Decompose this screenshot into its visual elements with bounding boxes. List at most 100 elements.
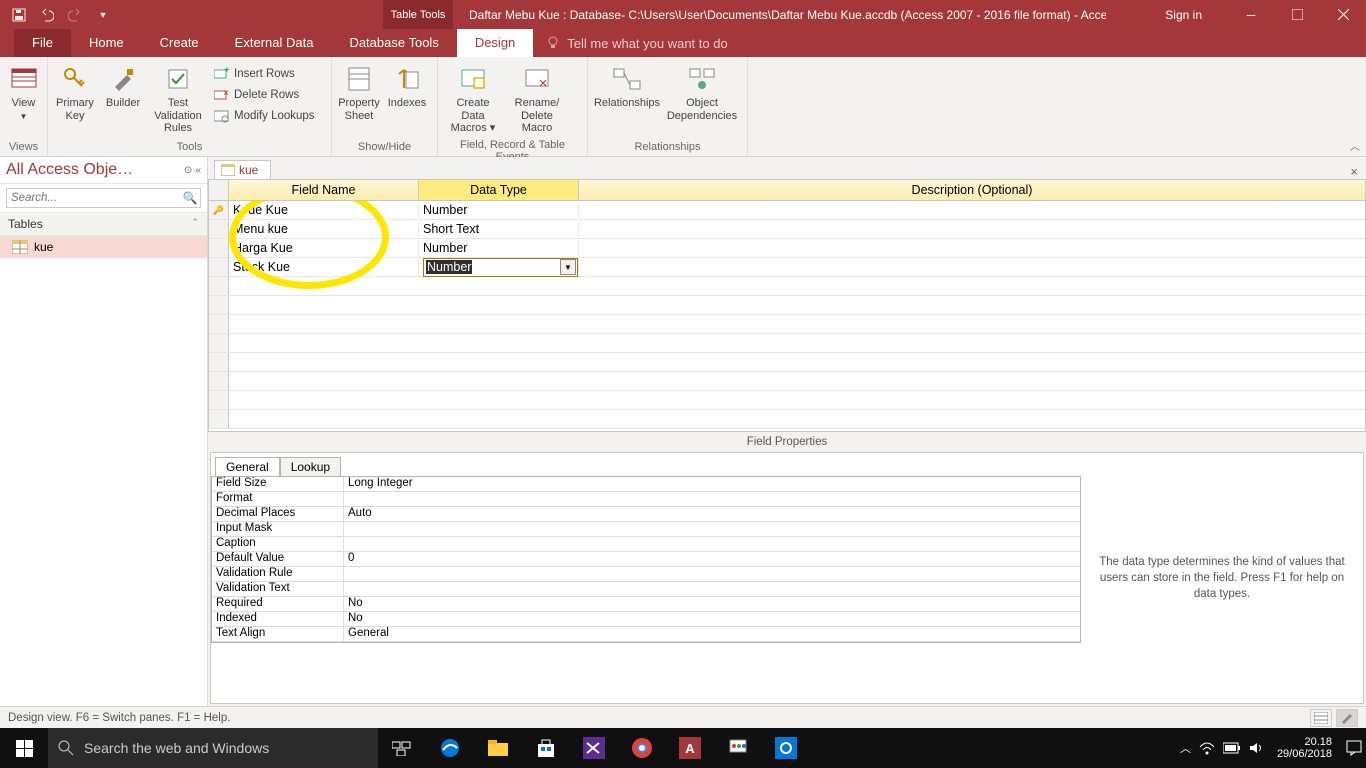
group-showhide: Show/Hide: [336, 139, 433, 156]
col-description[interactable]: Description (Optional): [579, 180, 1365, 200]
table-row[interactable]: [209, 277, 1365, 296]
primary-key-button[interactable]: Primary Key: [52, 61, 98, 124]
tab-home[interactable]: Home: [71, 29, 142, 57]
tab-external-data[interactable]: External Data: [217, 29, 332, 57]
property-row[interactable]: Caption: [212, 537, 1080, 552]
modify-lookups-button[interactable]: Modify Lookups: [210, 107, 319, 125]
table-row[interactable]: [209, 353, 1365, 372]
qat-customize-icon[interactable]: ▼: [90, 3, 116, 27]
property-grid[interactable]: Field SizeLong IntegerFormatDecimal Plac…: [211, 476, 1081, 643]
property-row[interactable]: Format: [212, 492, 1080, 507]
property-row[interactable]: Validation Text: [212, 582, 1080, 597]
property-row[interactable]: RequiredNo: [212, 597, 1080, 612]
props-tab-general[interactable]: General: [215, 457, 280, 476]
property-row[interactable]: Input Mask: [212, 522, 1080, 537]
close-button[interactable]: [1320, 0, 1366, 29]
props-tab-lookup[interactable]: Lookup: [280, 457, 341, 476]
insert-rows-button[interactable]: +Insert Rows: [210, 65, 319, 83]
property-row[interactable]: Default Value0: [212, 552, 1080, 567]
col-field-name[interactable]: Field Name: [229, 180, 419, 200]
document-tab-label: kue: [239, 163, 258, 177]
test-validation-button[interactable]: Test Validation Rules: [148, 61, 208, 137]
table-row[interactable]: [209, 296, 1365, 315]
nav-item-kue[interactable]: kue: [0, 236, 207, 258]
task-view-icon[interactable]: [378, 728, 426, 768]
table-row[interactable]: [209, 410, 1365, 429]
design-grid-rows[interactable]: 🔑Kode KueNumberMenu kueShort TextHarga K…: [208, 201, 1366, 431]
table-row[interactable]: [209, 334, 1365, 353]
undo-icon[interactable]: [34, 3, 60, 27]
document-tab-kue[interactable]: kue: [214, 160, 271, 179]
taskbar-app-chrome[interactable]: [618, 728, 666, 768]
create-data-macros-button[interactable]: Create Data Macros ▾: [442, 61, 504, 137]
table-row[interactable]: 🔑Kode KueNumber: [209, 201, 1365, 220]
wifi-icon[interactable]: [1199, 741, 1215, 755]
action-center-icon[interactable]: [1346, 740, 1362, 756]
property-row[interactable]: Decimal PlacesAuto: [212, 507, 1080, 522]
tell-me-label: Tell me what you want to do: [567, 36, 727, 51]
window-title: Daftar Mebu Kue : Database- C:\Users\Use…: [465, 8, 1106, 22]
design-grid-header: Field Name Data Type Description (Option…: [208, 179, 1366, 201]
taskbar-app-paint[interactable]: [714, 728, 762, 768]
col-data-type[interactable]: Data Type: [419, 180, 579, 200]
nav-group-tables[interactable]: Tables⌃: [0, 212, 207, 236]
taskbar-app-store[interactable]: [522, 728, 570, 768]
tab-design[interactable]: Design: [457, 29, 533, 57]
group-relationships: Relationships: [592, 139, 743, 156]
taskbar-app-explorer[interactable]: [474, 728, 522, 768]
status-bar: Design view. F6 = Switch panes. F1 = Hel…: [0, 706, 1366, 728]
sign-in-link[interactable]: Sign in: [1165, 8, 1202, 22]
delete-rows-button[interactable]: ×Delete Rows: [210, 86, 319, 104]
maximize-button[interactable]: [1274, 0, 1320, 29]
taskbar-search[interactable]: Search the web and Windows: [48, 728, 378, 768]
battery-icon[interactable]: [1223, 742, 1241, 754]
relationships-button[interactable]: Relationships: [592, 61, 662, 112]
property-row[interactable]: Field SizeLong Integer: [212, 477, 1080, 492]
field-properties-title: Field Properties: [208, 431, 1366, 452]
tell-me-search[interactable]: Tell me what you want to do: [533, 29, 739, 57]
nav-search[interactable]: 🔍: [6, 188, 201, 208]
tab-create[interactable]: Create: [142, 29, 217, 57]
nav-dropdown-icon[interactable]: ⊙: [184, 165, 192, 176]
volume-icon[interactable]: [1249, 741, 1263, 755]
search-icon[interactable]: 🔍: [180, 191, 200, 205]
ribbon: View▼ Views Primary Key Builder Test Val…: [0, 57, 1366, 157]
table-row[interactable]: Menu kueShort Text: [209, 220, 1365, 239]
close-tab-icon[interactable]: ×: [1350, 164, 1358, 179]
property-row[interactable]: Validation Rule: [212, 567, 1080, 582]
table-row[interactable]: Harga KueNumber: [209, 239, 1365, 258]
collapse-ribbon-icon[interactable]: ︿: [1350, 138, 1360, 153]
tab-file[interactable]: File: [14, 29, 71, 57]
view-button[interactable]: View▼: [4, 61, 43, 123]
start-button[interactable]: [0, 728, 48, 768]
taskbar: Search the web and Windows A ︿ 20.1829/0…: [0, 728, 1366, 768]
taskbar-app-vs[interactable]: [570, 728, 618, 768]
property-sheet-button[interactable]: Property Sheet: [336, 61, 382, 124]
object-dependencies-button[interactable]: Object Dependencies: [664, 61, 740, 124]
view-design-icon[interactable]: [1336, 709, 1358, 727]
property-row[interactable]: Text AlignGeneral: [212, 627, 1080, 642]
taskbar-app-settings[interactable]: [762, 728, 810, 768]
builder-button[interactable]: Builder: [100, 61, 146, 112]
tab-database-tools[interactable]: Database Tools: [331, 29, 456, 57]
minimize-button[interactable]: ─: [1228, 0, 1274, 29]
data-type-dropdown-icon[interactable]: ▼: [560, 259, 576, 275]
tray-chevron-icon[interactable]: ︿: [1180, 740, 1191, 756]
taskbar-app-edge[interactable]: [426, 728, 474, 768]
indexes-button[interactable]: Indexes: [384, 61, 430, 112]
table-row[interactable]: [209, 391, 1365, 410]
svg-text:A: A: [685, 741, 695, 756]
table-row[interactable]: Stock KueNumber▼: [209, 258, 1365, 277]
nav-collapse-icon[interactable]: «: [195, 165, 201, 176]
nav-title[interactable]: All Access Obje…: [6, 161, 133, 179]
save-icon[interactable]: [6, 3, 32, 27]
table-row[interactable]: [209, 372, 1365, 391]
group-tools: Tools: [52, 139, 327, 156]
table-row[interactable]: [209, 315, 1365, 334]
tray-clock[interactable]: 20.1829/06/2018: [1271, 736, 1338, 760]
property-row[interactable]: IndexedNo: [212, 612, 1080, 627]
taskbar-app-access[interactable]: A: [666, 728, 714, 768]
rename-delete-macro-button[interactable]: Rename/ Delete Macro: [506, 61, 568, 137]
nav-search-input[interactable]: [7, 192, 180, 204]
view-datasheet-icon[interactable]: [1310, 709, 1332, 727]
